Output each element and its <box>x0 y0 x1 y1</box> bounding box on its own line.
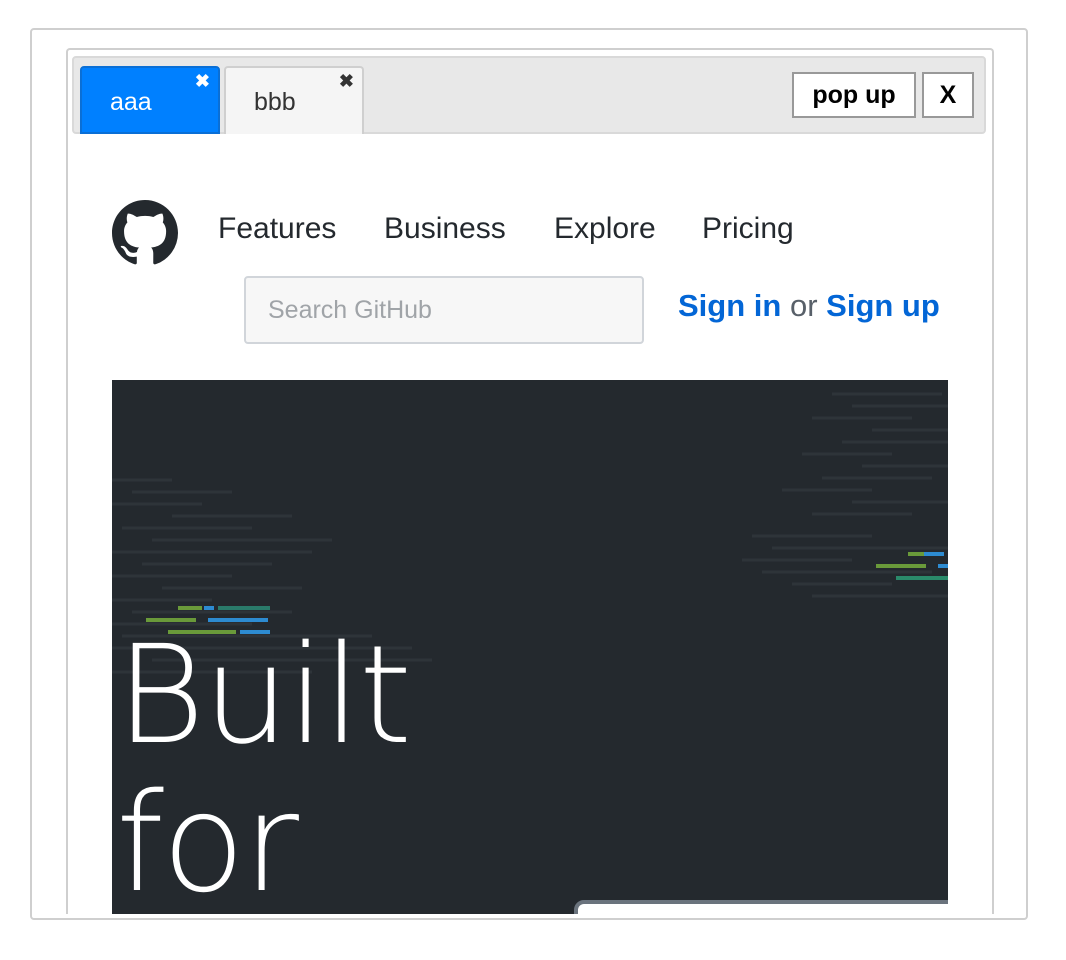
inner-window-frame: aaa ✖ bbb ✖ pop up X Features Business E… <box>66 48 994 914</box>
github-octocat-icon[interactable] <box>112 200 178 266</box>
or-text: or <box>789 288 818 323</box>
tab-label: aaa <box>110 88 152 116</box>
sign-in-link[interactable]: Sign in <box>678 288 781 323</box>
hero-headline: Built for <box>116 617 412 914</box>
hero-line-2: for <box>116 765 299 914</box>
nav-pricing[interactable]: Pricing <box>702 212 794 246</box>
close-button[interactable]: X <box>922 72 974 118</box>
pop-up-button[interactable]: pop up <box>792 72 916 118</box>
close-tab-icon[interactable]: ✖ <box>195 72 210 90</box>
nav-explore[interactable]: Explore <box>554 212 656 246</box>
tab-label: bbb <box>254 88 296 116</box>
tab-aaa[interactable]: aaa ✖ <box>80 66 220 134</box>
nav-business[interactable]: Business <box>384 212 506 246</box>
tab-bbb[interactable]: bbb ✖ <box>224 66 364 134</box>
nav-features[interactable]: Features <box>218 212 336 246</box>
close-tab-icon[interactable]: ✖ <box>339 72 354 90</box>
search-input[interactable] <box>244 276 644 344</box>
auth-links: Sign in or Sign up <box>678 288 940 324</box>
sign-up-link[interactable]: Sign up <box>826 288 940 323</box>
hero-banner: Built for <box>112 380 948 914</box>
tab-bar: aaa ✖ bbb ✖ pop up X <box>72 56 986 134</box>
signup-card <box>574 900 948 914</box>
hero-line-1: Built <box>116 617 412 775</box>
